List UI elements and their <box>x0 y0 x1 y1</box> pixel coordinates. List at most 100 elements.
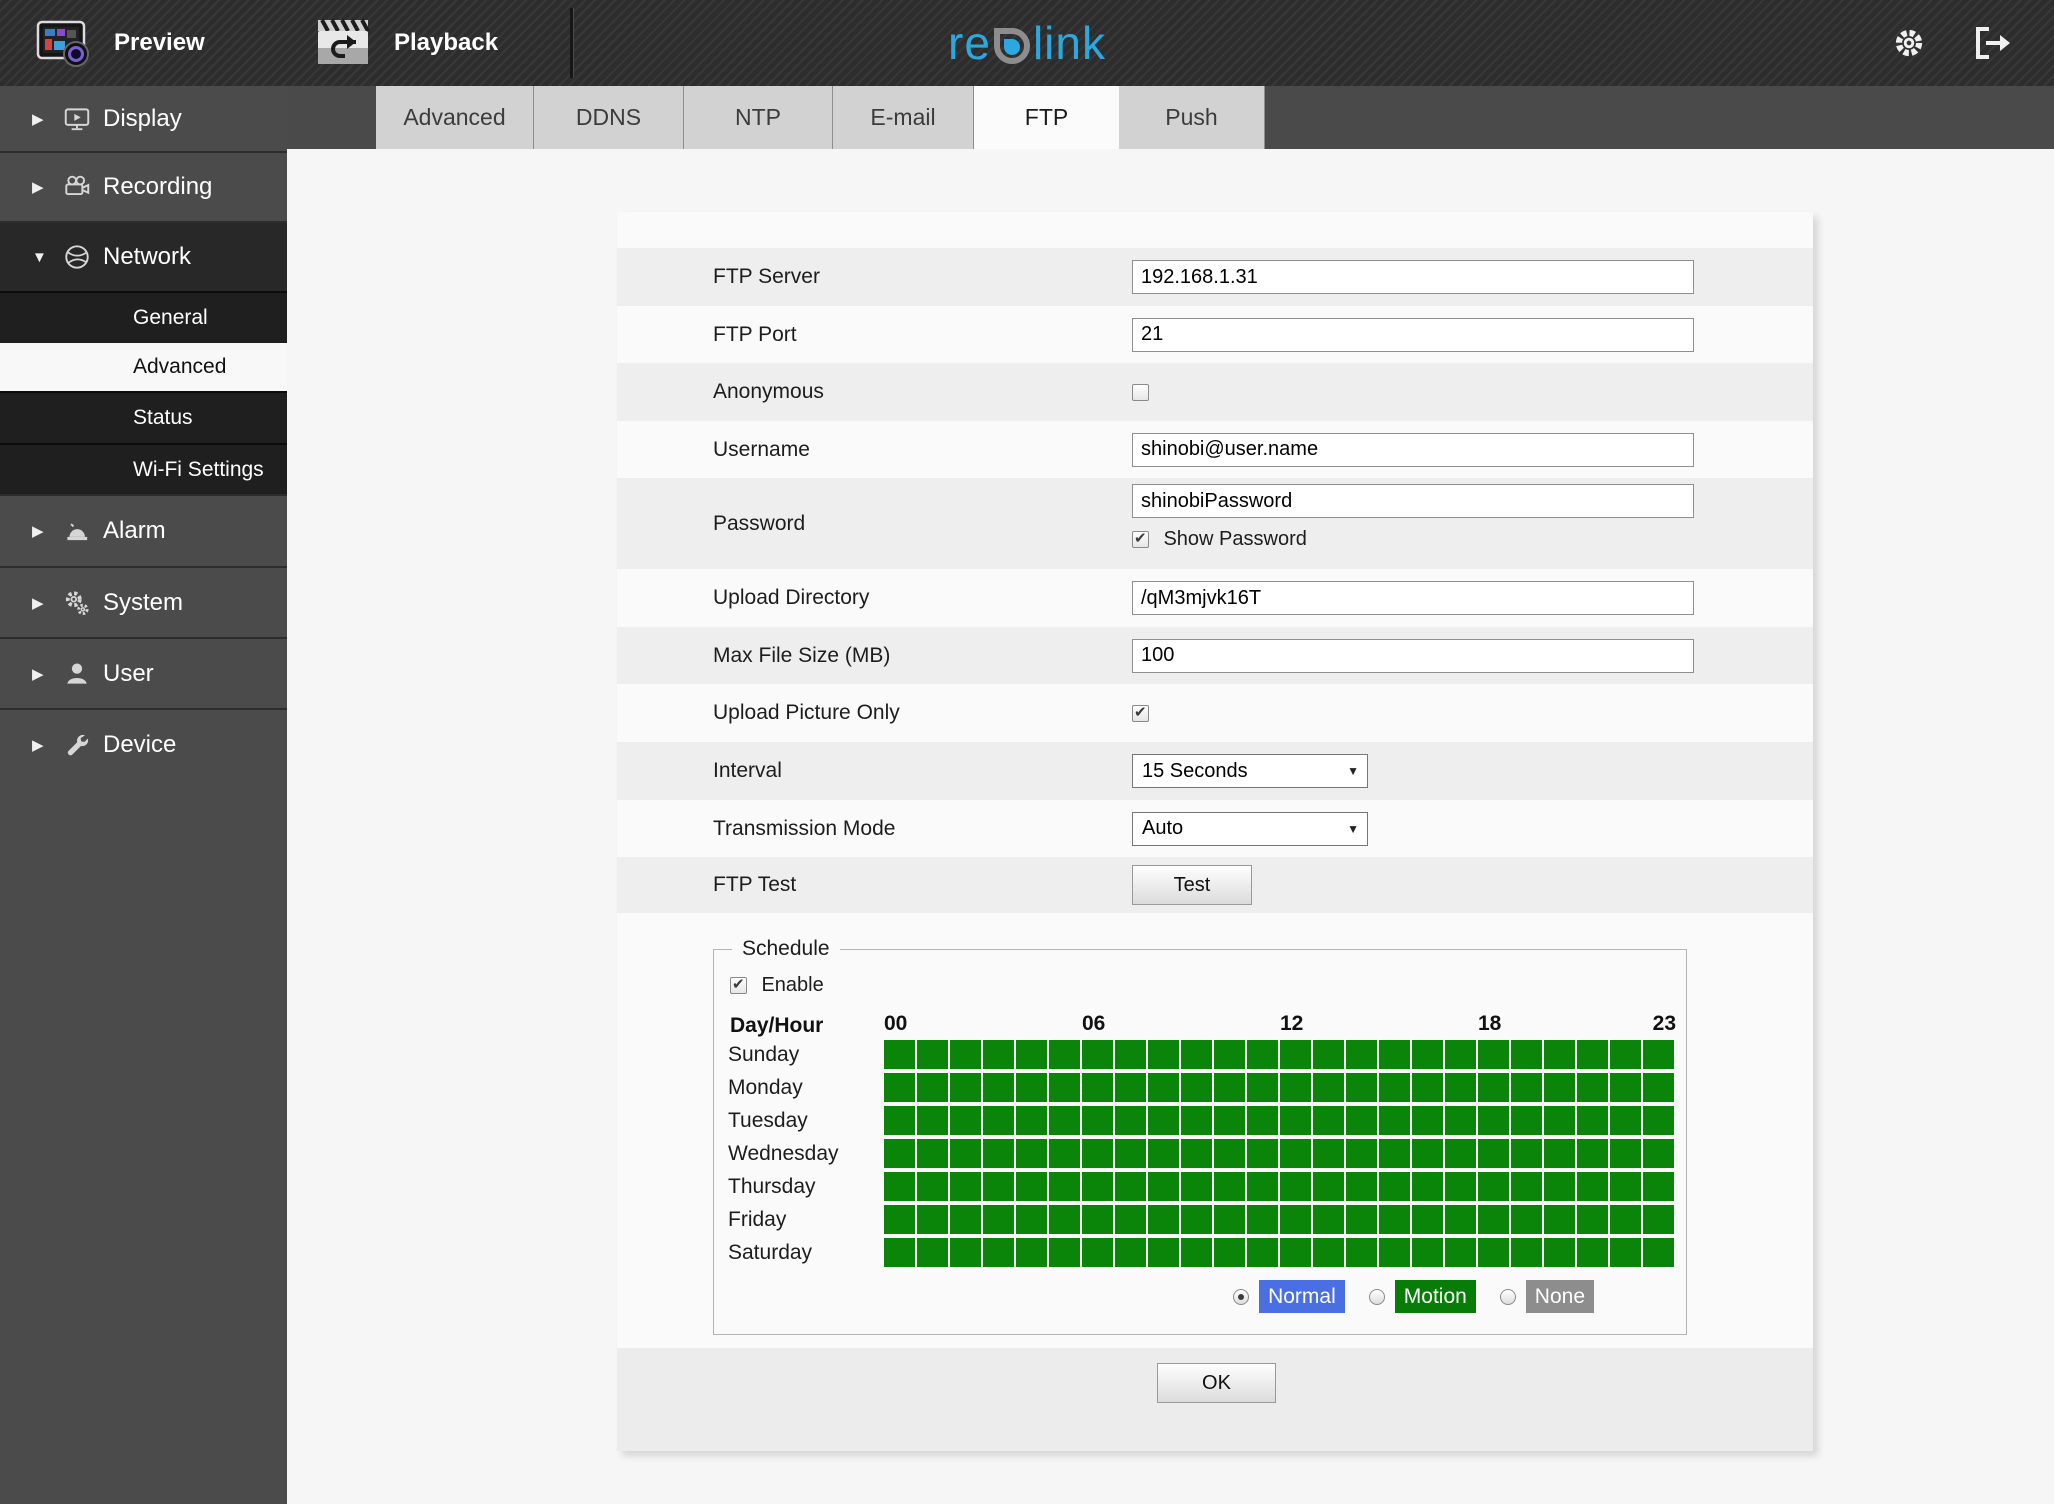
schedule-cell[interactable] <box>917 1205 948 1234</box>
schedule-cell[interactable] <box>1379 1238 1410 1267</box>
schedule-cell[interactable] <box>1115 1205 1146 1234</box>
schedule-cell[interactable] <box>1082 1106 1113 1135</box>
schedule-cell[interactable] <box>1412 1205 1443 1234</box>
schedule-cell[interactable] <box>1643 1106 1674 1135</box>
sidebar-subitem-advanced[interactable]: Advanced <box>0 343 287 391</box>
schedule-cell[interactable] <box>1379 1040 1410 1069</box>
schedule-cell[interactable] <box>1643 1040 1674 1069</box>
schedule-cell[interactable] <box>1478 1040 1509 1069</box>
none-radio[interactable] <box>1499 1288 1516 1305</box>
schedule-cell[interactable] <box>1214 1238 1245 1267</box>
schedule-cell[interactable] <box>950 1205 981 1234</box>
interval-select[interactable]: 15 Seconds ▼ <box>1132 754 1368 788</box>
schedule-cell[interactable] <box>1280 1205 1311 1234</box>
schedule-cell[interactable] <box>950 1139 981 1168</box>
schedule-cell[interactable] <box>1049 1106 1080 1135</box>
schedule-cell[interactable] <box>983 1106 1014 1135</box>
settings-gear-icon[interactable] <box>1890 24 1928 62</box>
schedule-row-monday[interactable] <box>884 1073 1676 1102</box>
schedule-cell[interactable] <box>1247 1205 1278 1234</box>
schedule-cell[interactable] <box>1049 1238 1080 1267</box>
upload-directory-input[interactable] <box>1132 581 1694 615</box>
motion-radio[interactable] <box>1368 1288 1385 1305</box>
username-input[interactable] <box>1132 432 1694 467</box>
schedule-cell[interactable] <box>1412 1040 1443 1069</box>
schedule-cell[interactable] <box>1148 1238 1179 1267</box>
schedule-cell[interactable] <box>1544 1238 1575 1267</box>
schedule-cell[interactable] <box>884 1040 915 1069</box>
schedule-cell[interactable] <box>1016 1106 1047 1135</box>
sidebar-item-display[interactable]: ▶ Display <box>0 86 287 151</box>
schedule-cell[interactable] <box>1511 1040 1542 1069</box>
schedule-row-friday[interactable] <box>884 1205 1676 1234</box>
schedule-cell[interactable] <box>1511 1172 1542 1201</box>
normal-mode-chip[interactable]: Normal <box>1259 1280 1345 1313</box>
sidebar-item-device[interactable]: ▶ Device <box>0 708 287 779</box>
schedule-cell[interactable] <box>1379 1205 1410 1234</box>
schedule-cell[interactable] <box>1016 1040 1047 1069</box>
schedule-cell[interactable] <box>1577 1073 1608 1102</box>
schedule-cell[interactable] <box>1412 1106 1443 1135</box>
schedule-cell[interactable] <box>1412 1238 1443 1267</box>
schedule-cell[interactable] <box>983 1073 1014 1102</box>
schedule-cell[interactable] <box>1445 1040 1476 1069</box>
schedule-cell[interactable] <box>1478 1172 1509 1201</box>
schedule-cell[interactable] <box>1181 1106 1212 1135</box>
schedule-cell[interactable] <box>1610 1238 1641 1267</box>
schedule-row-sunday[interactable] <box>884 1040 1676 1069</box>
schedule-cell[interactable] <box>983 1172 1014 1201</box>
schedule-cell[interactable] <box>983 1205 1014 1234</box>
schedule-cell[interactable] <box>1577 1172 1608 1201</box>
schedule-cell[interactable] <box>1247 1040 1278 1069</box>
schedule-cell[interactable] <box>1181 1205 1212 1234</box>
schedule-cell[interactable] <box>1016 1205 1047 1234</box>
schedule-cell[interactable] <box>1115 1139 1146 1168</box>
schedule-cell[interactable] <box>1247 1139 1278 1168</box>
schedule-cell[interactable] <box>1181 1040 1212 1069</box>
schedule-cell[interactable] <box>1379 1073 1410 1102</box>
schedule-cell[interactable] <box>1016 1139 1047 1168</box>
schedule-cell[interactable] <box>1313 1106 1344 1135</box>
schedule-cell[interactable] <box>1280 1172 1311 1201</box>
schedule-cell[interactable] <box>1181 1073 1212 1102</box>
schedule-cell[interactable] <box>1082 1238 1113 1267</box>
schedule-cell[interactable] <box>1115 1238 1146 1267</box>
schedule-cell[interactable] <box>1280 1139 1311 1168</box>
schedule-cell[interactable] <box>1478 1073 1509 1102</box>
schedule-cell[interactable] <box>1313 1205 1344 1234</box>
sidebar-item-alarm[interactable]: ▶ Alarm <box>0 494 287 566</box>
schedule-cell[interactable] <box>1610 1106 1641 1135</box>
schedule-cell[interactable] <box>884 1172 915 1201</box>
schedule-cell[interactable] <box>1544 1172 1575 1201</box>
tab-advanced[interactable]: Advanced <box>376 86 534 149</box>
schedule-cell[interactable] <box>1082 1172 1113 1201</box>
schedule-cell[interactable] <box>1379 1172 1410 1201</box>
schedule-cell[interactable] <box>1577 1238 1608 1267</box>
schedule-cell[interactable] <box>1544 1139 1575 1168</box>
schedule-cell[interactable] <box>1478 1238 1509 1267</box>
schedule-cell[interactable] <box>1280 1106 1311 1135</box>
schedule-cell[interactable] <box>1346 1172 1377 1201</box>
sidebar-subitem-wifi-settings[interactable]: Wi-Fi Settings <box>0 443 287 494</box>
schedule-cell[interactable] <box>1214 1073 1245 1102</box>
schedule-cell[interactable] <box>1412 1139 1443 1168</box>
schedule-cell[interactable] <box>1049 1205 1080 1234</box>
schedule-cell[interactable] <box>1478 1205 1509 1234</box>
sidebar-subitem-status[interactable]: Status <box>0 391 287 443</box>
schedule-cell[interactable] <box>884 1238 915 1267</box>
schedule-cell[interactable] <box>1511 1205 1542 1234</box>
schedule-cell[interactable] <box>1049 1172 1080 1201</box>
schedule-cell[interactable] <box>1478 1106 1509 1135</box>
schedule-cell[interactable] <box>1115 1040 1146 1069</box>
sidebar-item-recording[interactable]: ▶ Recording <box>0 151 287 221</box>
schedule-cell[interactable] <box>917 1040 948 1069</box>
schedule-cell[interactable] <box>1445 1139 1476 1168</box>
schedule-cell[interactable] <box>983 1139 1014 1168</box>
schedule-cell[interactable] <box>1610 1073 1641 1102</box>
schedule-cell[interactable] <box>1379 1139 1410 1168</box>
schedule-cell[interactable] <box>1643 1172 1674 1201</box>
schedule-cell[interactable] <box>1445 1205 1476 1234</box>
schedule-cell[interactable] <box>1544 1073 1575 1102</box>
schedule-cell[interactable] <box>1412 1073 1443 1102</box>
schedule-cell[interactable] <box>1544 1106 1575 1135</box>
